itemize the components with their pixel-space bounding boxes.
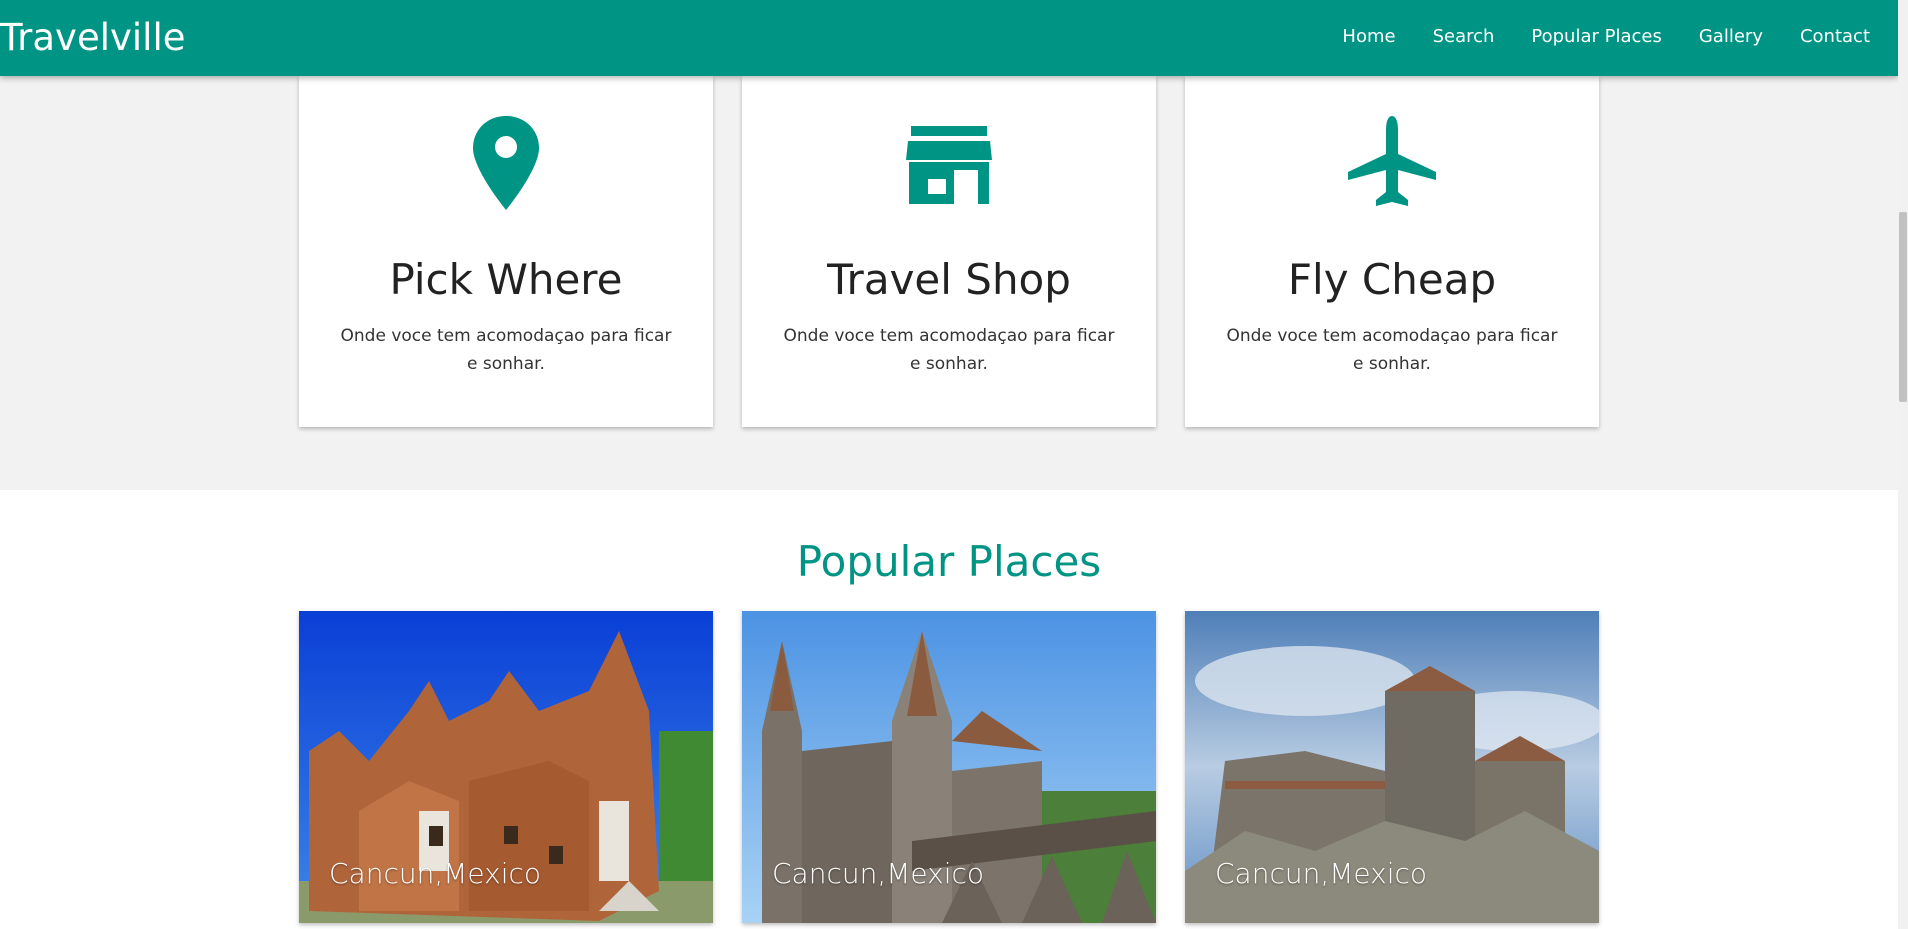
- place-card-2[interactable]: Cancun,Mexico: [742, 611, 1156, 923]
- map-pin-icon: [299, 114, 713, 212]
- feature-title: Pick Where: [389, 255, 623, 304]
- airplane-icon: [1185, 114, 1599, 212]
- features-section: Pick Where Onde voce tem acomodaçao para…: [0, 76, 1898, 490]
- place-label: Cancun,Mexico: [329, 857, 542, 890]
- nav-links: Home Search Popular Places Gallery Conta…: [1342, 25, 1870, 49]
- nav-link-search[interactable]: Search: [1433, 25, 1495, 49]
- place-label: Cancun,Mexico: [772, 857, 985, 890]
- scrollbar-thumb[interactable]: [1899, 212, 1907, 402]
- feature-card-travel-shop: Travel Shop Onde voce tem acomodaçao par…: [742, 76, 1156, 427]
- feature-description: Onde voce tem acomodaçao para ficar e so…: [340, 326, 672, 374]
- nav-link-popular-places[interactable]: Popular Places: [1531, 25, 1661, 49]
- feature-card-fly-cheap: Fly Cheap Onde voce tem acomodaçao para …: [1185, 76, 1599, 427]
- popular-places-title: Popular Places: [796, 537, 1102, 586]
- navbar: Travelville Home Search Popular Places G…: [0, 0, 1898, 76]
- nav-link-gallery[interactable]: Gallery: [1699, 25, 1763, 49]
- place-label: Cancun,Mexico: [1215, 857, 1428, 890]
- feature-title: Travel Shop: [827, 255, 1071, 304]
- nav-link-contact[interactable]: Contact: [1800, 25, 1870, 49]
- place-card-1[interactable]: Cancun,Mexico: [299, 611, 713, 923]
- place-card-3[interactable]: Cancun,Mexico: [1185, 611, 1599, 923]
- feature-title: Fly Cheap: [1287, 255, 1497, 304]
- feature-description: Onde voce tem acomodaçao para ficar e so…: [1226, 326, 1558, 374]
- page-viewport: Travelville Home Search Popular Places G…: [0, 0, 1898, 929]
- feature-description: Onde voce tem acomodaçao para ficar e so…: [783, 326, 1115, 374]
- feature-card-pick-where: Pick Where Onde voce tem acomodaçao para…: [299, 76, 713, 427]
- brand-logo[interactable]: Travelville: [0, 15, 186, 61]
- nav-link-home[interactable]: Home: [1342, 25, 1395, 49]
- scrollbar[interactable]: [1898, 0, 1908, 929]
- store-icon: [742, 114, 1156, 212]
